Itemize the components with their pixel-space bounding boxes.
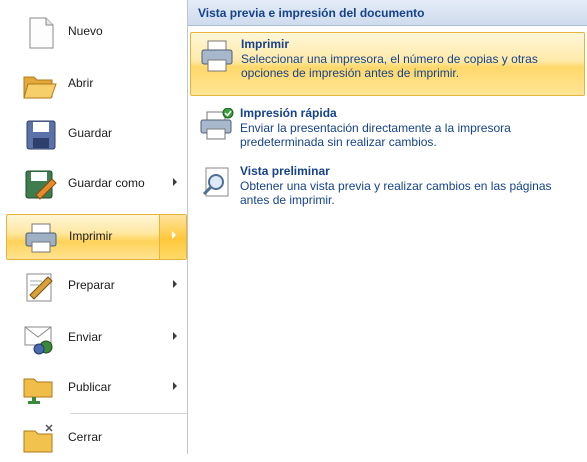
menu-item-label: Publicar	[68, 380, 112, 394]
printer-icon	[25, 223, 57, 253]
printer-icon	[201, 40, 233, 72]
menu-item-imprimir[interactable]: Imprimir	[6, 214, 187, 260]
menu-item-preparar[interactable]: Preparar	[6, 264, 187, 310]
submenu-arrow-icon	[173, 280, 177, 288]
menu-item-cerrar[interactable]: Cerrar	[6, 416, 187, 462]
option-description: Obtener una vista previa y realizar camb…	[240, 179, 552, 207]
menu-item-label: Preparar	[68, 278, 115, 292]
option-impresion-rapida[interactable]: Impresión rápida Enviar la presentación …	[190, 102, 585, 158]
menu-item-label: Abrir	[68, 76, 94, 90]
submenu-arrow-icon	[173, 332, 177, 340]
quick-print-icon	[200, 108, 234, 140]
menu-item-publicar[interactable]: Publicar	[6, 366, 187, 412]
close-folder-icon	[23, 424, 53, 453]
menu-item-guardar[interactable]: Guardar	[6, 112, 187, 158]
option-description: Seleccionar una impresora, el número de …	[241, 52, 538, 80]
open-folder-icon	[23, 76, 57, 99]
panel-header: Vista previa e impresión del documento	[188, 0, 587, 26]
menu-item-label: Imprimir	[69, 229, 113, 243]
prepare-icon	[26, 273, 53, 302]
submenu-arrow-icon	[173, 382, 177, 390]
menu-item-enviar[interactable]: Enviar	[6, 316, 187, 362]
menu-separator	[70, 413, 187, 414]
send-icon	[24, 326, 53, 355]
menu-item-label: Enviar	[68, 330, 103, 344]
print-preview-icon	[202, 167, 229, 197]
menu-item-label: Guardar como	[68, 176, 145, 190]
submenu-arrow-icon	[173, 178, 177, 186]
menu-item-nuevo[interactable]: Nuevo	[6, 10, 187, 56]
option-title: Vista preliminar	[240, 164, 330, 178]
office-menu: Nuevo Abrir Guardar Guardar como Imprimi…	[0, 0, 188, 454]
save-icon	[26, 120, 56, 150]
option-description: Enviar la presentación directamente a la…	[240, 121, 511, 149]
save-as-icon	[25, 170, 57, 200]
option-title: Impresión rápida	[240, 106, 337, 120]
option-imprimir[interactable]: Imprimir Seleccionar una impresora, el n…	[190, 32, 585, 96]
panel-title: Vista previa e impresión del documento	[198, 6, 425, 20]
option-vista-preliminar[interactable]: Vista preliminar Obtener una vista previ…	[190, 160, 585, 216]
option-title: Imprimir	[241, 37, 290, 51]
submenu-panel: Vista previa e impresión del documento I…	[188, 0, 587, 454]
menu-item-guardar-como[interactable]: Guardar como	[6, 162, 187, 208]
submenu-arrow-icon	[172, 231, 176, 239]
menu-item-label: Nuevo	[68, 24, 103, 38]
menu-item-label: Cerrar	[68, 430, 103, 444]
publish-icon	[23, 378, 53, 404]
menu-item-label: Guardar	[68, 126, 113, 140]
menu-item-abrir[interactable]: Abrir	[6, 62, 187, 108]
new-document-icon	[29, 17, 54, 49]
